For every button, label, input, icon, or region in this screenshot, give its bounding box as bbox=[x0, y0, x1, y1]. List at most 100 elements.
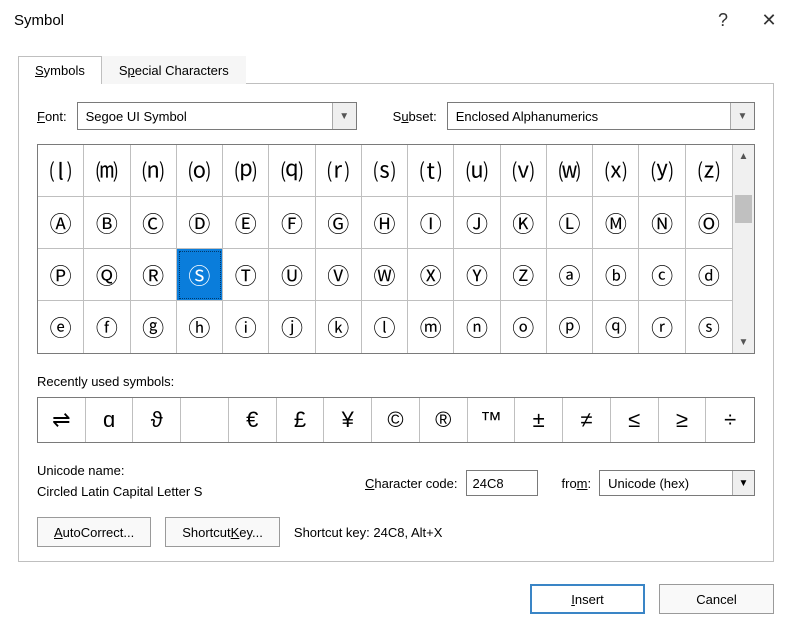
font-input[interactable] bbox=[78, 103, 332, 129]
symbol-cell[interactable]: ⒫ bbox=[223, 145, 269, 197]
symbol-cell[interactable]: Ⓑ bbox=[84, 197, 130, 249]
symbol-cell[interactable]: Ⓩ bbox=[501, 249, 547, 301]
insert-button[interactable]: Insert bbox=[530, 584, 645, 614]
tab-symbols[interactable]: Symbols bbox=[18, 56, 102, 84]
symbol-cell[interactable]: ⒩ bbox=[131, 145, 177, 197]
from-select[interactable]: Unicode (hex) ▼ bbox=[599, 470, 755, 496]
symbol-cell[interactable]: Ⓘ bbox=[408, 197, 454, 249]
symbol-cell[interactable]: Ⓒ bbox=[131, 197, 177, 249]
symbol-cell[interactable]: Ⓥ bbox=[316, 249, 362, 301]
symbol-cell[interactable]: ⒨ bbox=[84, 145, 130, 197]
symbol-cell[interactable]: Ⓖ bbox=[316, 197, 362, 249]
recent-symbol-cell[interactable]: © bbox=[372, 398, 420, 442]
dialog-footer: Insert Cancel bbox=[0, 574, 792, 626]
recent-symbol-cell[interactable]: ϑ bbox=[133, 398, 181, 442]
symbol-cell[interactable]: ⒧ bbox=[38, 145, 84, 197]
symbol-cell[interactable]: Ⓜ bbox=[593, 197, 639, 249]
symbol-cell[interactable]: ⓓ bbox=[686, 249, 732, 301]
scroll-down-icon[interactable]: ▼ bbox=[733, 331, 754, 353]
symbol-cell[interactable]: ⓙ bbox=[269, 301, 315, 353]
chevron-down-icon[interactable]: ▼ bbox=[730, 103, 754, 129]
symbol-cell[interactable]: ⒬ bbox=[269, 145, 315, 197]
symbol-cell[interactable]: ⓗ bbox=[177, 301, 223, 353]
char-code-input[interactable] bbox=[466, 470, 538, 496]
recent-label: Recently used symbols: bbox=[37, 374, 755, 389]
help-button[interactable]: ? bbox=[700, 0, 746, 40]
scrollbar[interactable]: ▲ ▼ bbox=[732, 145, 754, 353]
symbol-cell[interactable]: ⓘ bbox=[223, 301, 269, 353]
subset-input[interactable] bbox=[448, 103, 730, 129]
symbol-cell[interactable]: Ⓦ bbox=[362, 249, 408, 301]
symbol-cell[interactable]: Ⓓ bbox=[177, 197, 223, 249]
symbol-cell[interactable]: ⓞ bbox=[501, 301, 547, 353]
symbol-cell[interactable]: Ⓕ bbox=[269, 197, 315, 249]
recent-symbol-cell[interactable]: ÷ bbox=[706, 398, 754, 442]
autocorrect-button[interactable]: AutoCorrect... bbox=[37, 517, 151, 547]
recent-symbol-cell[interactable] bbox=[181, 398, 229, 442]
subset-select[interactable]: ▼ bbox=[447, 102, 755, 130]
recent-symbol-cell[interactable]: ± bbox=[515, 398, 563, 442]
symbol-cell[interactable]: ⓢ bbox=[686, 301, 732, 353]
symbol-cell[interactable]: ⓐ bbox=[547, 249, 593, 301]
symbol-cell[interactable]: ⒮ bbox=[362, 145, 408, 197]
symbol-cell[interactable]: Ⓗ bbox=[362, 197, 408, 249]
symbol-cell[interactable]: ⒭ bbox=[316, 145, 362, 197]
recent-symbol-cell[interactable]: £ bbox=[277, 398, 325, 442]
symbol-cell[interactable]: ⓑ bbox=[593, 249, 639, 301]
symbol-cell[interactable]: Ⓨ bbox=[454, 249, 500, 301]
symbol-cell[interactable]: Ⓟ bbox=[38, 249, 84, 301]
font-select[interactable]: ▼ bbox=[77, 102, 357, 130]
recent-symbol-cell[interactable]: ɑ bbox=[86, 398, 134, 442]
symbol-cell[interactable]: Ⓞ bbox=[686, 197, 732, 249]
symbol-cell[interactable]: Ⓢ bbox=[177, 249, 223, 301]
symbol-cell[interactable]: ⒱ bbox=[501, 145, 547, 197]
char-code-label: Character code: bbox=[365, 476, 458, 491]
recent-symbol-cell[interactable]: ⇌ bbox=[38, 398, 86, 442]
recent-symbol-cell[interactable]: € bbox=[229, 398, 277, 442]
symbol-cell[interactable]: Ⓡ bbox=[131, 249, 177, 301]
symbol-cell[interactable]: Ⓐ bbox=[38, 197, 84, 249]
symbol-cell[interactable]: ⓠ bbox=[593, 301, 639, 353]
symbol-cell[interactable]: Ⓛ bbox=[547, 197, 593, 249]
symbol-cell[interactable]: ⓜ bbox=[408, 301, 454, 353]
symbol-cell[interactable]: ⓝ bbox=[454, 301, 500, 353]
recent-symbol-cell[interactable]: ≥ bbox=[659, 398, 707, 442]
symbol-cell[interactable]: ⓟ bbox=[547, 301, 593, 353]
symbol-cell[interactable]: Ⓝ bbox=[639, 197, 685, 249]
symbol-cell[interactable]: ⓛ bbox=[362, 301, 408, 353]
recent-symbol-cell[interactable]: ≠ bbox=[563, 398, 611, 442]
symbol-cell[interactable]: Ⓠ bbox=[84, 249, 130, 301]
recent-symbol-cell[interactable]: ® bbox=[420, 398, 468, 442]
shortcut-key-button[interactable]: Shortcut Key... bbox=[165, 517, 280, 547]
recent-symbol-cell[interactable]: ¥ bbox=[324, 398, 372, 442]
symbol-cell[interactable]: ⒯ bbox=[408, 145, 454, 197]
symbol-cell[interactable]: ⓕ bbox=[84, 301, 130, 353]
symbol-cell[interactable]: Ⓤ bbox=[269, 249, 315, 301]
symbol-cell[interactable]: Ⓣ bbox=[223, 249, 269, 301]
symbol-cell[interactable]: ⓒ bbox=[639, 249, 685, 301]
symbol-cell[interactable]: ⒴ bbox=[639, 145, 685, 197]
recent-symbol-cell[interactable]: ≤ bbox=[611, 398, 659, 442]
symbol-cell[interactable]: ⒲ bbox=[547, 145, 593, 197]
scroll-up-icon[interactable]: ▲ bbox=[733, 145, 754, 167]
close-button[interactable]: ✕ bbox=[746, 0, 792, 40]
symbol-cell[interactable]: Ⓧ bbox=[408, 249, 454, 301]
scroll-thumb[interactable] bbox=[735, 195, 752, 223]
cancel-button[interactable]: Cancel bbox=[659, 584, 774, 614]
symbol-cell[interactable]: ⒳ bbox=[593, 145, 639, 197]
symbol-cell[interactable]: ⓚ bbox=[316, 301, 362, 353]
symbol-cell[interactable]: ⒪ bbox=[177, 145, 223, 197]
symbol-cell[interactable]: ⓡ bbox=[639, 301, 685, 353]
scroll-track[interactable] bbox=[733, 167, 754, 331]
chevron-down-icon[interactable]: ▼ bbox=[332, 103, 356, 129]
symbol-cell[interactable]: Ⓔ bbox=[223, 197, 269, 249]
chevron-down-icon[interactable]: ▼ bbox=[732, 471, 754, 495]
symbol-cell[interactable]: ⒵ bbox=[686, 145, 732, 197]
symbol-cell[interactable]: Ⓚ bbox=[501, 197, 547, 249]
symbol-cell[interactable]: ⓖ bbox=[131, 301, 177, 353]
symbol-cell[interactable]: ⓔ bbox=[38, 301, 84, 353]
recent-symbol-cell[interactable]: ™ bbox=[468, 398, 516, 442]
symbol-cell[interactable]: ⒰ bbox=[454, 145, 500, 197]
tab-special-characters[interactable]: Special Characters bbox=[102, 56, 246, 84]
symbol-cell[interactable]: Ⓙ bbox=[454, 197, 500, 249]
